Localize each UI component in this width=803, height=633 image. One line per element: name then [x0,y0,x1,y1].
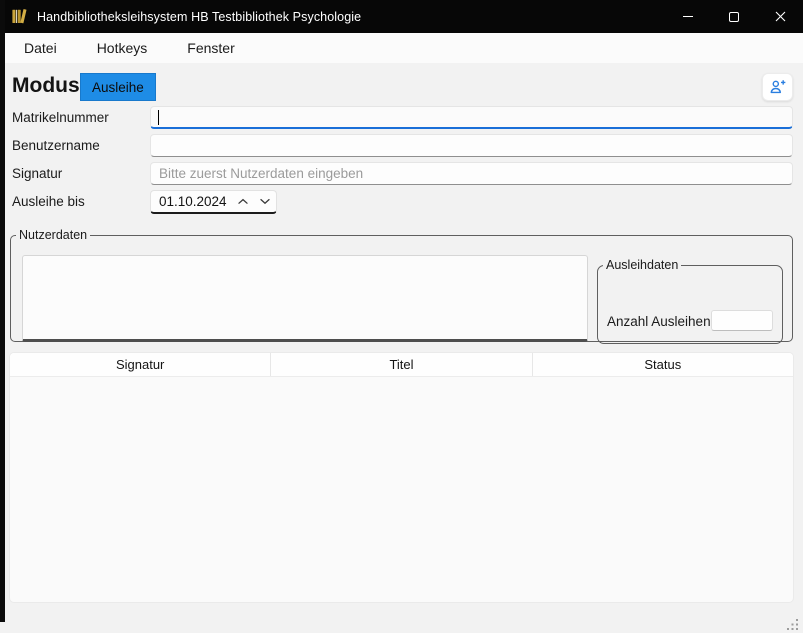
app-window: Handbibliotheksleihsystem HB Testbibliot… [0,0,803,633]
page-title: Modus [12,74,80,98]
ausleihdaten-legend: Ausleihdaten [603,258,681,272]
matrikelnummer-label: Matrikelnummer [12,110,109,125]
chevron-up-icon [237,198,249,205]
column-header-titel[interactable]: Titel [271,353,532,376]
nutzerdaten-textarea[interactable] [22,255,588,342]
table-body-empty [10,377,793,602]
anzahl-ausleihen-input[interactable] [711,310,773,331]
spinner-up-button[interactable] [232,192,254,212]
menu-item-fenster[interactable]: Fenster [182,37,239,59]
anzahl-ausleihen-label: Anzahl Ausleihen [607,314,711,329]
spinner-down-button[interactable] [254,192,276,212]
add-user-button[interactable] [762,73,793,101]
menu-item-datei[interactable]: Datei [19,37,62,59]
benutzername-label: Benutzername [12,138,100,153]
column-header-signatur[interactable]: Signatur [10,353,271,376]
minimize-icon [683,16,693,17]
window-controls [665,0,803,33]
signatur-label: Signatur [12,166,62,181]
ausleihdaten-groupbox: Ausleihdaten Anzahl Ausleihen [597,258,783,344]
close-button[interactable] [757,0,803,33]
mode-ausleihe-button[interactable]: Ausleihe [80,73,156,101]
nutzerdaten-legend: Nutzerdaten [16,228,90,242]
signatur-input[interactable] [150,162,793,185]
benutzername-input[interactable] [150,134,793,157]
nutzerdaten-groupbox: Nutzerdaten Ausleihdaten Anzahl Ausleihe… [10,228,793,342]
ausleihe-bis-label: Ausleihe bis [12,194,85,209]
person-plus-icon [768,78,787,96]
column-header-status[interactable]: Status [533,353,793,376]
menu-item-hotkeys[interactable]: Hotkeys [92,37,153,59]
library-books-icon [11,8,28,25]
chevron-down-icon [259,198,271,205]
table-header-row: Signatur Titel Status [10,353,793,377]
menubar: Datei Hotkeys Fenster [5,33,803,63]
window-title: Handbibliotheksleihsystem HB Testbibliot… [37,10,361,24]
ausleihe-bis-date-spinner[interactable]: 01.10.2024 [150,190,277,214]
date-value: 01.10.2024 [151,194,232,209]
maximize-icon [729,12,739,22]
text-caret [158,110,159,125]
close-icon [775,11,786,22]
matrikelnummer-input[interactable] [150,106,793,129]
minimize-button[interactable] [665,0,711,33]
maximize-button[interactable] [711,0,757,33]
resize-grip-icon[interactable] [785,617,799,631]
loans-table: Signatur Titel Status [10,353,793,602]
titlebar: Handbibliotheksleihsystem HB Testbibliot… [0,0,803,33]
screen-edge [0,0,5,622]
